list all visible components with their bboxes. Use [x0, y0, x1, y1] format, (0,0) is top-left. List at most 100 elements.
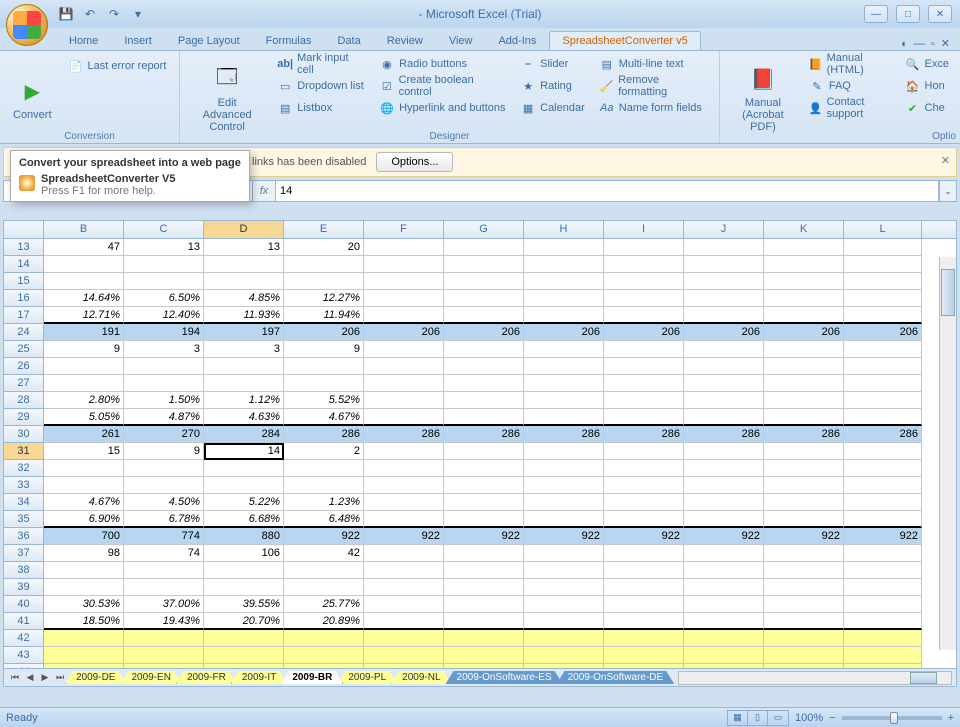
cell[interactable]	[524, 477, 604, 494]
row-header[interactable]: 36	[4, 528, 44, 545]
cell[interactable]: 9	[284, 341, 364, 358]
cell[interactable]	[444, 375, 524, 392]
cell[interactable]	[444, 613, 524, 630]
column-header[interactable]: B	[44, 221, 124, 238]
cell[interactable]	[764, 307, 844, 324]
cell[interactable]	[764, 647, 844, 664]
cell[interactable]: 4.87%	[124, 409, 204, 426]
cell[interactable]	[524, 545, 604, 562]
cell[interactable]: 4.50%	[124, 494, 204, 511]
cell[interactable]	[204, 477, 284, 494]
cell[interactable]: 39.55%	[204, 596, 284, 613]
manual-html-button[interactable]: 📙Manual (HTML)	[804, 53, 896, 75]
cell[interactable]	[524, 494, 604, 511]
cell[interactable]	[524, 273, 604, 290]
cell[interactable]	[764, 256, 844, 273]
cell[interactable]	[364, 443, 444, 460]
cell[interactable]	[364, 613, 444, 630]
cell[interactable]: 922	[844, 528, 922, 545]
cell[interactable]	[844, 239, 922, 256]
cell[interactable]	[604, 613, 684, 630]
cell[interactable]: 191	[44, 324, 124, 341]
row-header[interactable]: 40	[4, 596, 44, 613]
security-options-button[interactable]: Options...	[376, 152, 453, 172]
row-header[interactable]: 37	[4, 545, 44, 562]
cell[interactable]	[604, 307, 684, 324]
cell[interactable]: 922	[684, 528, 764, 545]
cell[interactable]	[844, 341, 922, 358]
cell[interactable]	[684, 511, 764, 528]
cell[interactable]	[44, 358, 124, 375]
cell[interactable]: 6.90%	[44, 511, 124, 528]
tab-nav-prev-icon[interactable]: ◀	[23, 671, 37, 685]
cell[interactable]	[604, 579, 684, 596]
cell[interactable]	[604, 375, 684, 392]
cell[interactable]	[204, 358, 284, 375]
cell[interactable]: 1.50%	[124, 392, 204, 409]
column-header[interactable]: L	[844, 221, 922, 238]
cell[interactable]	[444, 392, 524, 409]
cell[interactable]: 47	[44, 239, 124, 256]
cell[interactable]	[604, 273, 684, 290]
home-link-button[interactable]: 🏠Hon	[900, 75, 954, 97]
cell[interactable]: 6.68%	[204, 511, 284, 528]
cell[interactable]	[524, 239, 604, 256]
cell[interactable]	[364, 511, 444, 528]
cell[interactable]: 206	[364, 324, 444, 341]
cell[interactable]	[364, 664, 444, 668]
ribbon-tab-page-layout[interactable]: Page Layout	[165, 31, 253, 50]
cell[interactable]	[44, 460, 124, 477]
cell[interactable]	[684, 443, 764, 460]
cell[interactable]	[524, 647, 604, 664]
cell[interactable]: 286	[524, 426, 604, 443]
cell[interactable]	[764, 494, 844, 511]
cell[interactable]	[604, 477, 684, 494]
cell[interactable]	[844, 562, 922, 579]
page-layout-view-button[interactable]: ▯	[748, 711, 768, 725]
cell[interactable]	[44, 630, 124, 647]
ribbon-tab-data[interactable]: Data	[324, 31, 373, 50]
column-header[interactable]: D	[204, 221, 284, 238]
listbox-button[interactable]: ▤Listbox	[272, 97, 370, 119]
row-header[interactable]: 16	[4, 290, 44, 307]
cell[interactable]: 4.67%	[44, 494, 124, 511]
cell[interactable]	[844, 579, 922, 596]
cell[interactable]	[44, 647, 124, 664]
cell[interactable]	[204, 256, 284, 273]
cell[interactable]	[764, 409, 844, 426]
cell[interactable]	[44, 562, 124, 579]
sheet-tab[interactable]: 2009-NL	[391, 671, 451, 684]
cell[interactable]	[364, 341, 444, 358]
cell[interactable]	[524, 579, 604, 596]
row-header[interactable]: 30	[4, 426, 44, 443]
cell[interactable]	[124, 579, 204, 596]
cell[interactable]	[684, 494, 764, 511]
cell[interactable]: 4.67%	[284, 409, 364, 426]
cell[interactable]: 206	[604, 324, 684, 341]
cell[interactable]	[364, 239, 444, 256]
mark-input-cell-button[interactable]: ab|Mark input cell	[272, 53, 370, 75]
cell[interactable]: 15	[44, 443, 124, 460]
cell[interactable]	[684, 579, 764, 596]
row-header[interactable]: 43	[4, 647, 44, 664]
cell[interactable]	[284, 647, 364, 664]
cell[interactable]	[444, 477, 524, 494]
ribbon-tab-add-ins[interactable]: Add-Ins	[485, 31, 549, 50]
cell[interactable]	[844, 443, 922, 460]
formula-input[interactable]	[275, 180, 939, 202]
cell[interactable]	[444, 579, 524, 596]
normal-view-button[interactable]: ▦	[728, 711, 748, 725]
cell[interactable]	[444, 511, 524, 528]
cell[interactable]	[444, 307, 524, 324]
row-header[interactable]: 33	[4, 477, 44, 494]
cell[interactable]	[204, 375, 284, 392]
cell[interactable]	[684, 341, 764, 358]
cell[interactable]	[764, 511, 844, 528]
sheet-tab[interactable]: 2009-IT	[231, 671, 287, 684]
cell[interactable]	[44, 477, 124, 494]
page-break-view-button[interactable]: ▭	[768, 711, 788, 725]
cell[interactable]	[524, 256, 604, 273]
select-all-corner[interactable]	[4, 221, 44, 238]
cell[interactable]: 286	[284, 426, 364, 443]
row-header[interactable]: 38	[4, 562, 44, 579]
